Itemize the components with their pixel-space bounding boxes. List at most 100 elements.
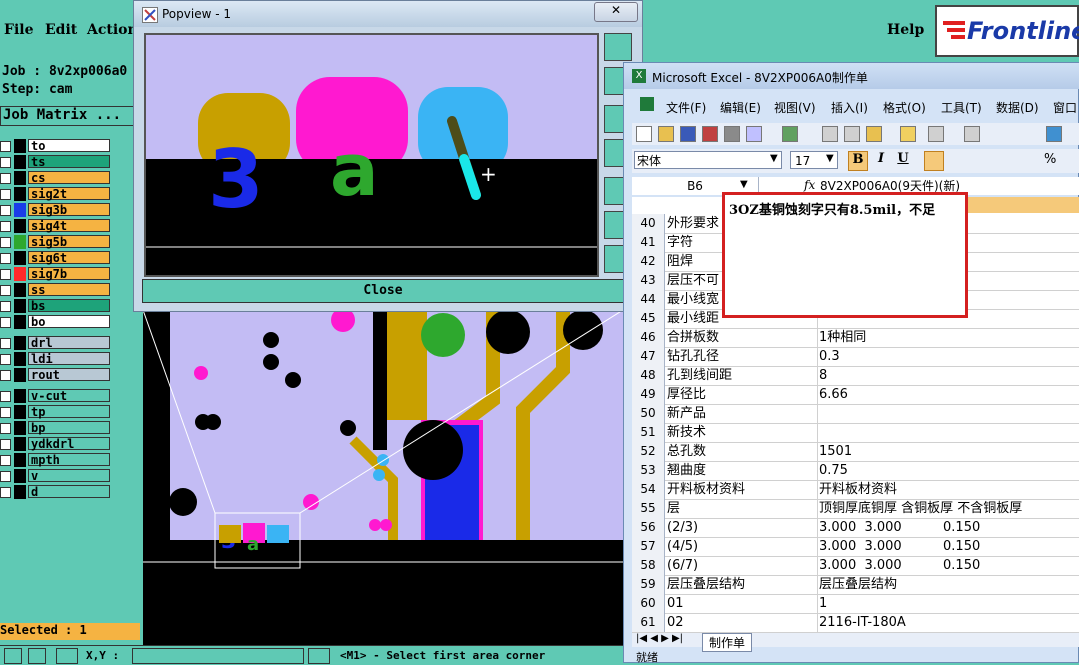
drill-layer-row[interactable]: ldi: [0, 352, 112, 366]
row-number[interactable]: 52: [632, 442, 665, 461]
xy-field[interactable]: [132, 648, 304, 664]
layer-checkbox[interactable]: [0, 317, 11, 328]
cell-comment[interactable]: 3OZ基铜蚀刻字只有8.5mil，不足: [722, 192, 968, 318]
row-number[interactable]: 51: [632, 423, 665, 442]
layer-color-indicator[interactable]: [14, 352, 26, 366]
row-number[interactable]: 49: [632, 385, 665, 404]
layer-color-indicator[interactable]: [14, 437, 26, 451]
cell-b[interactable]: 1501: [817, 442, 1079, 461]
other-layer-row[interactable]: mpth: [0, 453, 112, 467]
job-matrix-button[interactable]: Job Matrix ...: [0, 106, 134, 126]
layer-checkbox[interactable]: [0, 370, 11, 381]
cell-b[interactable]: 2116-IT-180A: [817, 613, 1079, 632]
row-number[interactable]: 46: [632, 328, 665, 347]
table-row[interactable]: 61 02 2116-IT-180A: [632, 613, 1079, 633]
cell-b[interactable]: 顶铜厚底铜厚 含铜板厚 不含铜板厚: [817, 499, 1079, 518]
sheet-nav-icons[interactable]: |◀ ◀ ▶ ▶|: [636, 633, 683, 644]
print-icon[interactable]: [724, 126, 740, 142]
layer-checkbox[interactable]: [0, 253, 11, 264]
save-icon[interactable]: [680, 126, 696, 142]
cell-b[interactable]: 0.75: [817, 461, 1079, 480]
layer-row[interactable]: sig3b: [0, 203, 112, 217]
other-layer-row[interactable]: tp: [0, 405, 112, 419]
layer-checkbox[interactable]: [0, 423, 11, 434]
popview-close-button[interactable]: Close: [142, 279, 624, 303]
layer-row[interactable]: sig5b: [0, 235, 112, 249]
layer-checkbox[interactable]: [0, 141, 11, 152]
row-number[interactable]: 44: [632, 290, 665, 309]
layer-color-indicator[interactable]: [14, 283, 26, 297]
layer-row[interactable]: sig7b: [0, 267, 112, 281]
row-number[interactable]: 47: [632, 347, 665, 366]
cell-a[interactable]: 合拼板数: [665, 328, 818, 347]
underline-button[interactable]: U: [894, 151, 912, 169]
layer-name[interactable]: sig6t: [28, 251, 110, 264]
menu-file[interactable]: File: [4, 22, 33, 38]
layer-checkbox[interactable]: [0, 237, 11, 248]
chevron-down-icon[interactable]: ▼: [770, 153, 778, 164]
layer-name[interactable]: bo: [28, 315, 110, 328]
layer-name[interactable]: tp: [28, 405, 110, 418]
preview-icon[interactable]: [746, 126, 762, 142]
font-name-select[interactable]: 宋体: [634, 151, 782, 169]
cell-b[interactable]: 3.000 3.000 0.150: [817, 537, 1079, 556]
table-row[interactable]: 60 01 1: [632, 594, 1079, 614]
layer-name[interactable]: cs: [28, 171, 110, 184]
tool-button-3[interactable]: [56, 648, 78, 664]
layer-color-indicator[interactable]: [14, 336, 26, 350]
layer-color-indicator[interactable]: [14, 453, 26, 467]
cell-a[interactable]: 厚径比: [665, 385, 818, 404]
layer-checkbox[interactable]: [0, 338, 11, 349]
row-number[interactable]: 40: [632, 214, 665, 233]
cell-b[interactable]: [817, 404, 1079, 423]
layer-checkbox[interactable]: [0, 173, 11, 184]
percent-button[interactable]: %: [1044, 152, 1056, 167]
spelling-icon[interactable]: [782, 126, 798, 142]
layer-checkbox[interactable]: [0, 157, 11, 168]
layer-checkbox[interactable]: [0, 205, 11, 216]
layer-row[interactable]: ss: [0, 283, 112, 297]
row-number[interactable]: 59: [632, 575, 665, 594]
layer-row[interactable]: ts: [0, 155, 112, 169]
row-number[interactable]: 55: [632, 499, 665, 518]
layer-color-indicator[interactable]: [14, 155, 26, 169]
table-row[interactable]: 56 (2/3) 3.000 3.000 0.150: [632, 518, 1079, 538]
cell-b[interactable]: 3.000 3.000 0.150: [817, 518, 1079, 537]
layer-name[interactable]: sig4t: [28, 219, 110, 232]
cell-a[interactable]: 02: [665, 613, 818, 632]
table-row[interactable]: 46 合拼板数 1种相同: [632, 328, 1079, 348]
other-layer-row[interactable]: v-cut: [0, 389, 112, 403]
layer-color-indicator[interactable]: [14, 139, 26, 153]
layer-row[interactable]: cs: [0, 171, 112, 185]
excel-menu-window[interactable]: 窗口: [1053, 99, 1077, 116]
table-row[interactable]: 49 厚径比 6.66: [632, 385, 1079, 405]
layer-checkbox[interactable]: [0, 221, 11, 232]
cell-b[interactable]: 层压叠层结构: [817, 575, 1079, 594]
cell-a[interactable]: 01: [665, 594, 818, 613]
hyperlink-icon[interactable]: [1046, 126, 1062, 142]
layer-row[interactable]: sig4t: [0, 219, 112, 233]
layer-row[interactable]: sig6t: [0, 251, 112, 265]
cell-b[interactable]: 8: [817, 366, 1079, 385]
bold-button[interactable]: B: [848, 151, 868, 171]
layer-color-indicator[interactable]: [14, 267, 26, 281]
menu-edit[interactable]: Edit: [45, 22, 77, 38]
layer-checkbox[interactable]: [0, 285, 11, 296]
tool-button-4[interactable]: [308, 648, 330, 664]
row-number[interactable]: 50: [632, 404, 665, 423]
excel-menu-format[interactable]: 格式(O): [883, 99, 926, 116]
layer-color-indicator[interactable]: [14, 421, 26, 435]
align-left-button[interactable]: [924, 151, 944, 171]
close-icon[interactable]: ✕: [594, 2, 638, 22]
layer-row[interactable]: sig2t: [0, 187, 112, 201]
layer-name[interactable]: sig3b: [28, 203, 110, 216]
row-number[interactable]: 57: [632, 537, 665, 556]
layer-color-indicator[interactable]: [14, 405, 26, 419]
cut-icon[interactable]: [822, 126, 838, 142]
row-number[interactable]: 54: [632, 480, 665, 499]
cell-b[interactable]: 0.3: [817, 347, 1079, 366]
row-number[interactable]: 42: [632, 252, 665, 271]
function-icon[interactable]: fx: [804, 178, 815, 192]
popview-canvas[interactable]: 3 a +: [144, 33, 599, 277]
zoom-home-button[interactable]: [604, 33, 632, 61]
